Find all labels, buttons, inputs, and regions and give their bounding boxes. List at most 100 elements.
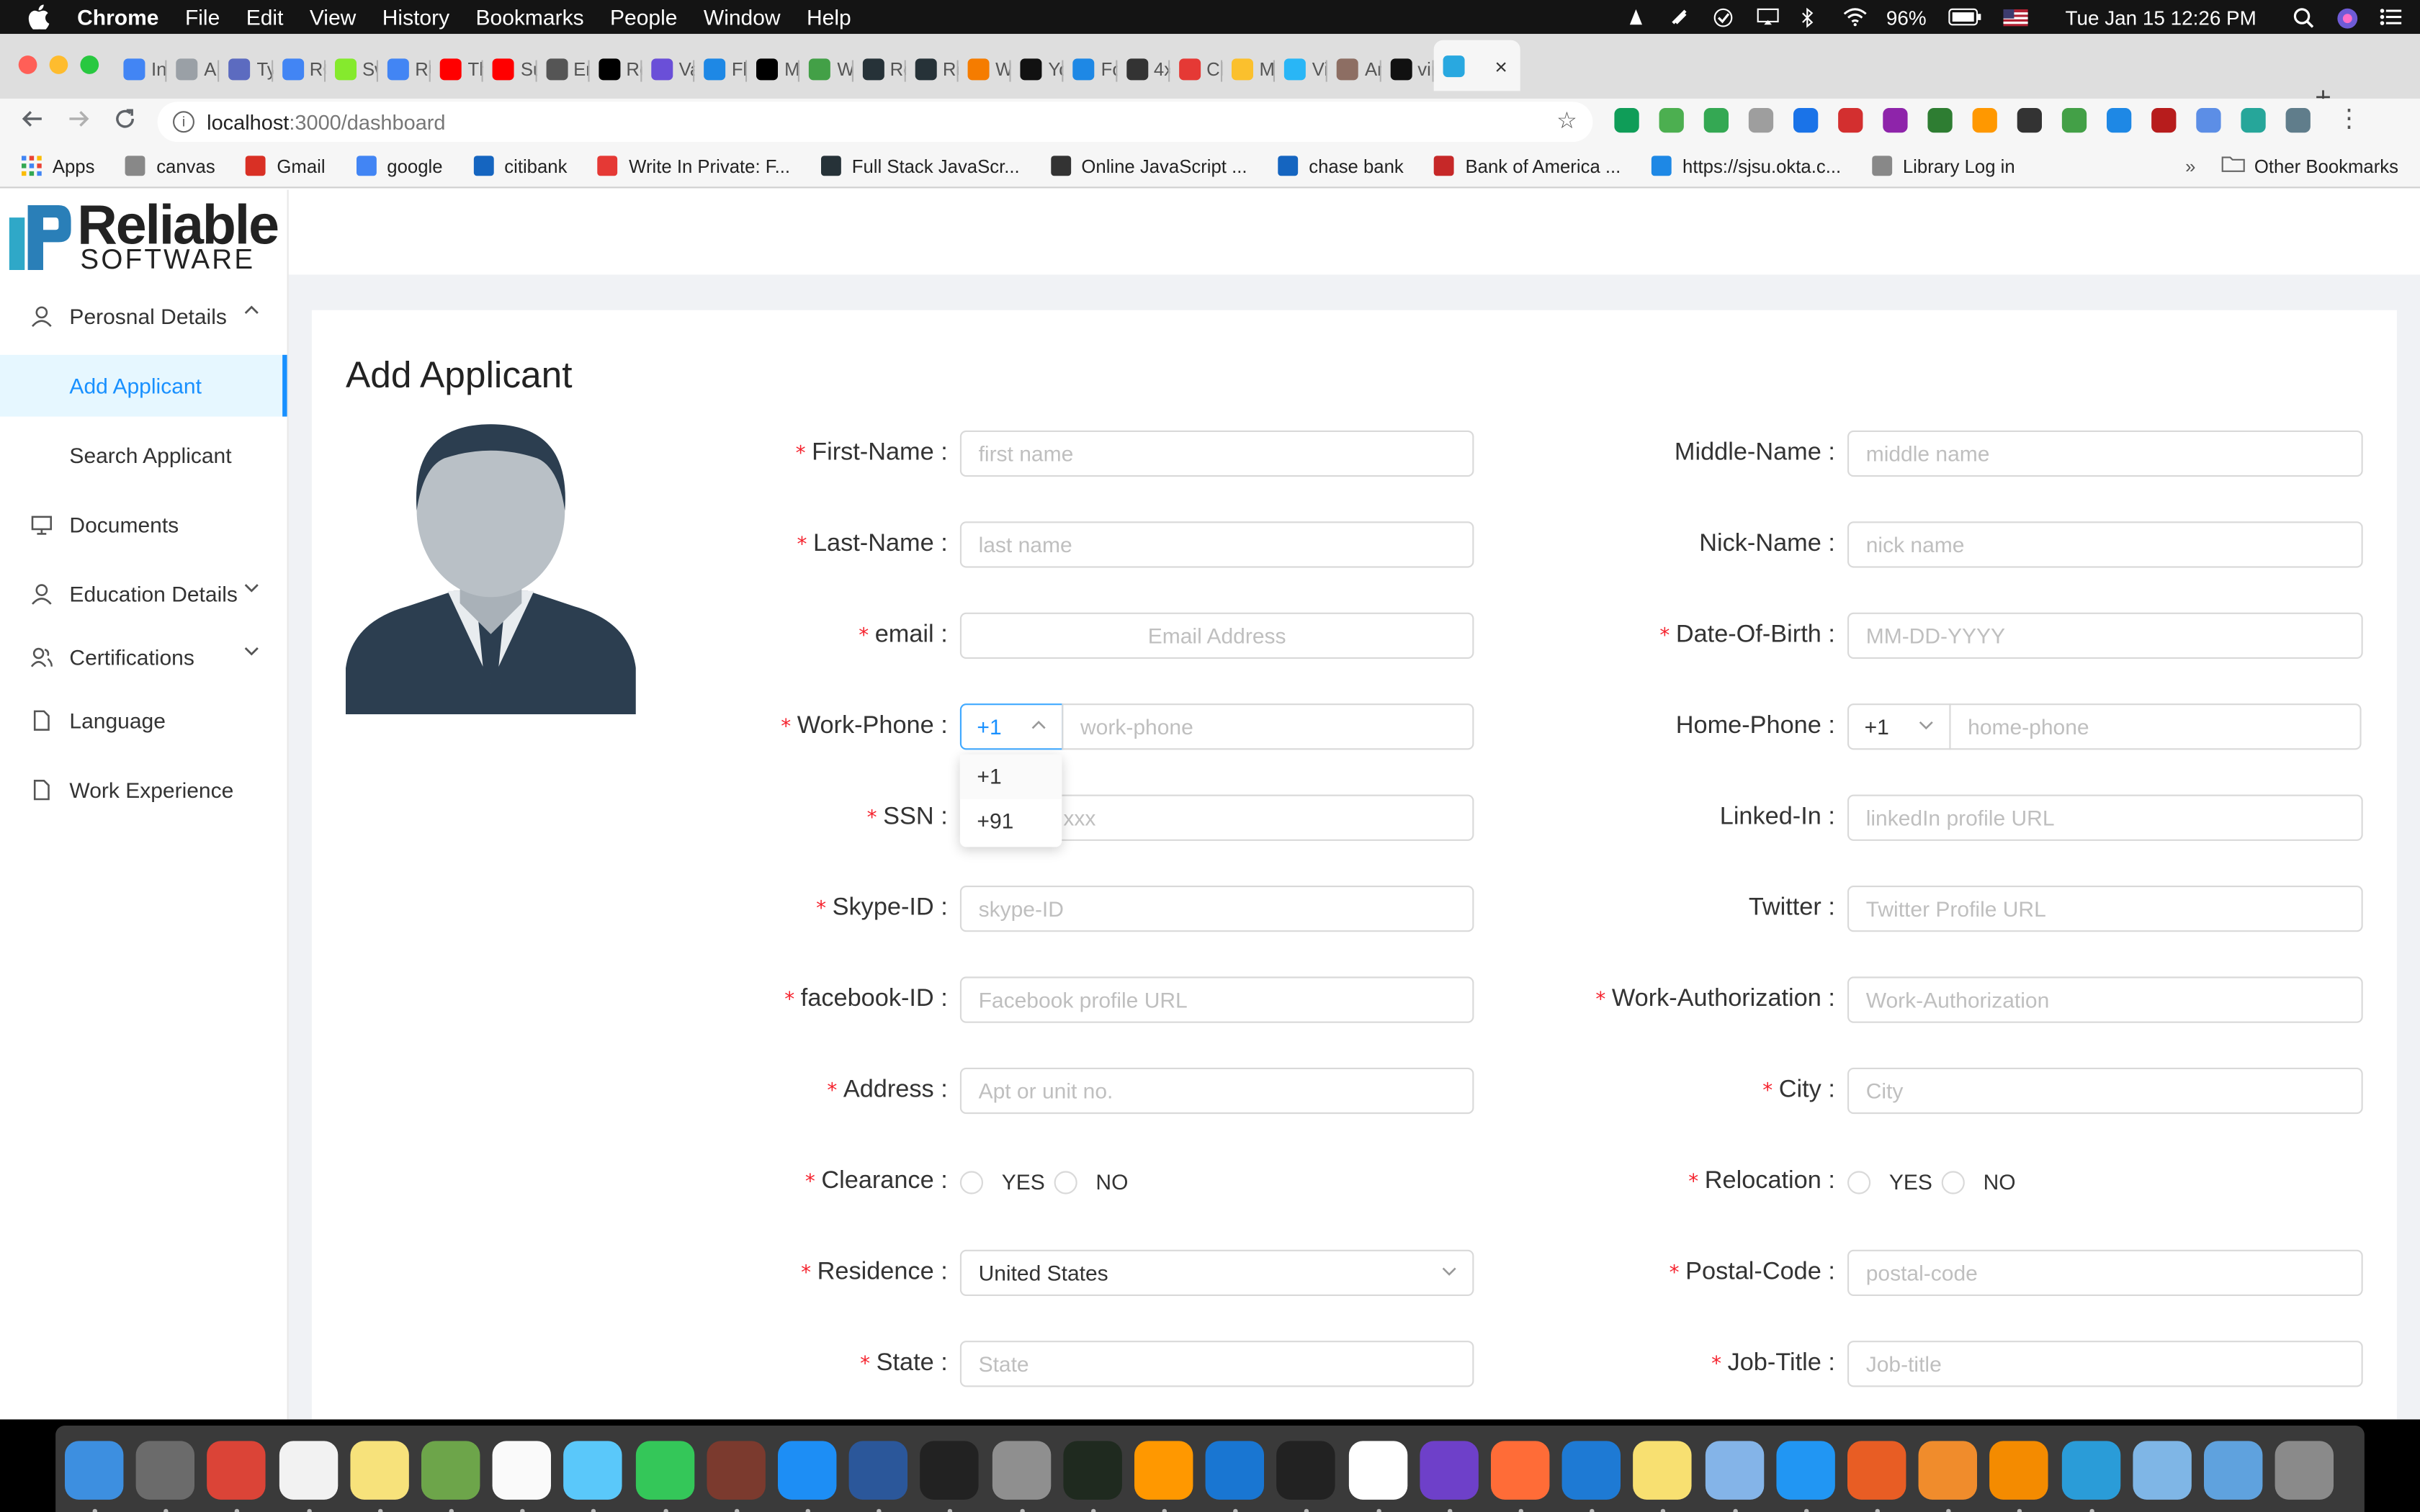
browser-tab[interactable]: A q — [167, 48, 220, 91]
clearance-no-radio[interactable]: NO — [1054, 1158, 1128, 1205]
browser-tab[interactable]: Cla — [1170, 48, 1223, 91]
bookmark-item[interactable]: https://sjsu.okta.c... — [1652, 155, 1841, 176]
browser-extension-icon[interactable] — [2017, 108, 2042, 133]
email-input[interactable]: Email Address — [959, 612, 1474, 659]
vscode-icon[interactable] — [1561, 1441, 1621, 1500]
date-of-birth-input[interactable]: MM-DD-YYYY — [1847, 612, 2363, 659]
spotlight-search-icon[interactable] — [2293, 8, 2315, 28]
bookmark-item[interactable]: google — [356, 155, 443, 176]
notification-center-icon[interactable] — [2380, 8, 2402, 27]
wifi-icon[interactable] — [1843, 8, 1867, 27]
nick-name-input[interactable]: nick name — [1847, 521, 2363, 568]
sublime-icon[interactable] — [1134, 1441, 1193, 1500]
downloads-folder-icon[interactable] — [2204, 1441, 2263, 1500]
work-authorization-input[interactable]: Work-Authorization — [1847, 976, 2363, 1023]
browser-tab[interactable]: Mo — [1222, 48, 1276, 91]
chrome-icon[interactable] — [207, 1441, 266, 1500]
bookmark-star-icon[interactable]: ☆ — [1556, 107, 1577, 134]
menu-edit[interactable]: Edit — [246, 4, 284, 29]
notes-icon[interactable] — [349, 1441, 409, 1500]
reload-icon[interactable] — [102, 108, 148, 136]
state-input[interactable]: State — [959, 1341, 1474, 1387]
site-info-icon[interactable]: i — [173, 111, 194, 133]
menu-help[interactable]: Help — [807, 4, 851, 29]
browser-extension-icon[interactable] — [2151, 108, 2177, 133]
job-title-input[interactable]: Job-title — [1847, 1341, 2363, 1387]
minimize-window-button[interactable] — [49, 55, 68, 74]
work-phone-country-code-select[interactable]: +1 — [959, 703, 1064, 750]
more-bookmarks-chevron[interactable]: » — [2185, 155, 2195, 176]
residence-select[interactable]: United States — [959, 1249, 1474, 1296]
browser-tab[interactable]: Ent — [537, 48, 589, 91]
calculator-icon[interactable] — [991, 1441, 1051, 1500]
bookmark-item[interactable]: canvas — [125, 155, 215, 176]
dropdown-option[interactable]: +1 — [959, 754, 1062, 799]
zoom-window-button[interactable] — [80, 55, 99, 74]
relocation-yes-radio[interactable]: YES — [1847, 1158, 1932, 1205]
browser-extension-icon[interactable] — [2061, 108, 2087, 133]
rocket-icon[interactable] — [1847, 1441, 1906, 1500]
forward-arrow-icon[interactable] — [55, 108, 102, 136]
preview-icon[interactable] — [1704, 1441, 1764, 1500]
middle-name-input[interactable]: middle name — [1847, 430, 2363, 477]
finance-icon[interactable] — [421, 1441, 480, 1500]
safari-icon[interactable] — [1775, 1441, 1835, 1500]
browser-tab[interactable]: Vin — [1275, 48, 1328, 91]
browser-extension-icon[interactable] — [1883, 108, 1908, 133]
home-phone-country-code-select[interactable]: +1 — [1847, 703, 1951, 750]
word-icon[interactable] — [848, 1441, 908, 1500]
menu-history[interactable]: History — [382, 4, 449, 29]
work-phone-input[interactable]: work-phone — [1062, 703, 1474, 750]
photo-booth-icon[interactable] — [706, 1441, 766, 1500]
browser-tab[interactable]: Sw — [326, 48, 378, 91]
rocket-status-icon[interactable] — [1670, 8, 1692, 27]
menu-view[interactable]: View — [310, 4, 356, 29]
postman-icon[interactable] — [1491, 1441, 1550, 1500]
trash-icon[interactable] — [2275, 1441, 2334, 1500]
stickies-icon[interactable] — [1633, 1441, 1693, 1500]
activity-monitor-icon[interactable] — [1062, 1441, 1122, 1500]
twitter-input[interactable]: Twitter Profile URL — [1847, 886, 2363, 932]
browser-tab[interactable]: Anu — [1328, 48, 1381, 91]
postal-code-input[interactable]: postal-code — [1847, 1249, 2363, 1296]
pages-icon[interactable] — [1918, 1441, 1978, 1500]
menu-file[interactable]: File — [185, 4, 220, 29]
browser-tab[interactable]: Wh — [959, 48, 1011, 91]
github-desktop-icon[interactable] — [1419, 1441, 1479, 1500]
sidebar-item-certifications[interactable]: Certifications — [0, 626, 287, 688]
address-input[interactable]: Apt or unit no. — [959, 1067, 1474, 1115]
last-name-input[interactable]: last name — [959, 521, 1474, 568]
wunderlist-icon[interactable] — [2061, 1441, 2120, 1500]
browser-tab[interactable]: Val — [642, 48, 695, 91]
menubar-clock[interactable]: Tue Jan 15 12:26 PM — [2066, 6, 2257, 29]
slack-icon[interactable] — [1348, 1441, 1407, 1500]
browser-tab[interactable]: Flat — [694, 48, 748, 91]
airplay-icon[interactable] — [1757, 8, 1779, 27]
browser-extension-icon[interactable] — [1703, 108, 1729, 133]
messages-icon[interactable] — [563, 1441, 623, 1500]
browser-extension-icon[interactable] — [1927, 108, 1953, 133]
browser-tab[interactable]: Typ — [220, 48, 273, 91]
browser-extension-icon[interactable] — [1838, 108, 1863, 133]
relocation-no-radio[interactable]: NO — [1941, 1158, 2016, 1205]
browser-tab[interactable]: Inte — [115, 48, 167, 91]
sidebar-item-work-experience[interactable]: Work Experience — [0, 759, 287, 821]
sidebar-item-add-applicant[interactable]: Add Applicant — [0, 354, 287, 417]
reliable-software-logo[interactable]: Reliable SOFTWARE — [6, 193, 287, 276]
browser-extension-icon[interactable] — [1972, 108, 1997, 133]
vlc-status-icon[interactable] — [1627, 8, 1649, 27]
browser-extension-icon[interactable] — [1659, 108, 1684, 133]
browser-extension-icon[interactable] — [1614, 108, 1639, 133]
browser-tab[interactable]: Ma — [748, 48, 800, 91]
browser-tab[interactable]: You — [1011, 48, 1065, 91]
us-flag-icon[interactable] — [2003, 8, 2029, 27]
browser-tab[interactable]: Rea — [905, 48, 959, 91]
browser-tab[interactable]: RCI — [272, 48, 326, 91]
chrome-menu-icon[interactable]: ⋮ — [2336, 107, 2361, 132]
first-name-input[interactable]: first name — [959, 430, 1474, 477]
menu-window[interactable]: Window — [704, 4, 781, 29]
browser-extension-icon[interactable] — [1748, 108, 1774, 133]
facebook-id-input[interactable]: Facebook profile URL — [959, 976, 1474, 1023]
intellij-icon[interactable] — [1276, 1441, 1336, 1500]
check-status-icon[interactable] — [1713, 8, 1735, 27]
